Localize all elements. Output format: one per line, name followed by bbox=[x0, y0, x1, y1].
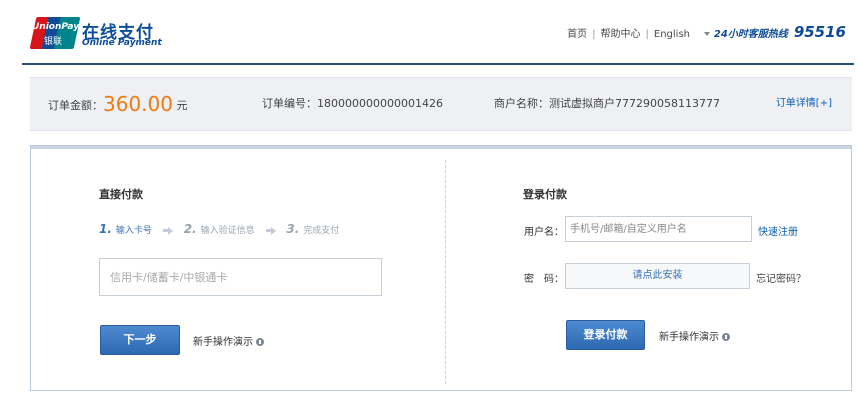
order-amount-unit: 元 bbox=[176, 99, 188, 112]
header-divider bbox=[22, 63, 854, 65]
order-amount-label: 订单金额： bbox=[48, 99, 103, 112]
demo-link-label: 新手操作演示 bbox=[193, 337, 253, 348]
hotline-label: 24小时客服热线 bbox=[713, 29, 788, 40]
arrow-right-icon bbox=[265, 226, 276, 235]
order-summary-bar: 订单金额：360.00 元 订单编号：180000000000001426 商户… bbox=[30, 77, 852, 131]
hotline: 24小时客服热线 95516 bbox=[714, 22, 846, 41]
info-icon bbox=[256, 338, 264, 346]
order-amount: 订单金额：360.00 元 bbox=[48, 78, 187, 130]
order-amount-value: 360.00 bbox=[103, 92, 173, 116]
username-input[interactable] bbox=[565, 216, 752, 242]
direct-pay-title: 直接付款 bbox=[99, 188, 143, 201]
step-3: 3. 完成支付 bbox=[286, 222, 340, 236]
demo-link-label: 新手操作演示 bbox=[659, 332, 719, 343]
payment-panel: 直接付款 1.输入卡号 2.输入验证信息 3.完成支付 下一步 新手操作演示 登… bbox=[30, 145, 852, 391]
top-nav: 首页 | 帮助中心 | English bbox=[567, 25, 710, 40]
login-pay-demo-link[interactable]: 新手操作演示 bbox=[659, 328, 730, 343]
merchant-label: 商户名称： bbox=[494, 97, 549, 110]
arrow-right-icon bbox=[162, 226, 173, 235]
order-id-value: 180000000000001426 bbox=[317, 97, 443, 110]
order-id: 订单编号：180000000000001426 bbox=[262, 78, 443, 130]
hotline-number: 95516 bbox=[793, 23, 846, 41]
unionpay-logo[interactable]: UnionPay 银联 bbox=[29, 17, 81, 49]
header: UnionPay 银联 在线支付 Online Payment 首页 | 帮助中心 |… bbox=[0, 0, 860, 64]
nav-home-link[interactable]: 首页 bbox=[567, 29, 587, 40]
step-1: 1. 输入卡号 bbox=[99, 222, 152, 236]
merchant-value: 测试虚拟商户777290058113777 bbox=[549, 97, 720, 110]
login-pay-button[interactable]: 登录付款 bbox=[566, 320, 645, 350]
next-step-button[interactable]: 下一步 bbox=[100, 325, 180, 355]
forgot-password-link[interactable]: 忘记密码？ bbox=[756, 270, 806, 285]
language-select[interactable]: English bbox=[654, 29, 710, 40]
chevron-down-icon bbox=[704, 32, 710, 36]
login-pay-title: 登录付款 bbox=[523, 188, 567, 201]
password-label: 密 码： bbox=[524, 274, 564, 285]
step-2: 2. 输入验证信息 bbox=[183, 222, 255, 236]
logo-text-en: UnionPay bbox=[32, 22, 80, 32]
pay-steps: 1. 输入卡号 2. 输入验证信息 3. 完成支付 bbox=[99, 222, 339, 236]
password-install-field[interactable]: 请点此安装 bbox=[565, 263, 750, 289]
order-detail-link[interactable]: 订单详情[+] bbox=[776, 78, 832, 130]
card-number-input[interactable] bbox=[99, 258, 382, 296]
nav-help-link[interactable]: 帮助中心 bbox=[601, 29, 641, 40]
language-label: English bbox=[653, 29, 690, 40]
info-icon bbox=[722, 333, 730, 341]
username-label: 用户名： bbox=[524, 227, 564, 238]
panel-divider bbox=[445, 160, 446, 384]
direct-pay-demo-link[interactable]: 新手操作演示 bbox=[193, 333, 264, 348]
logo-text-cn: 银联 bbox=[44, 37, 63, 47]
order-id-label: 订单编号： bbox=[262, 97, 317, 110]
brand-subtitle: Online Payment bbox=[82, 38, 162, 48]
quick-register-link[interactable]: 快速注册 bbox=[758, 223, 798, 238]
merchant-name: 商户名称：测试虚拟商户777290058113777 bbox=[494, 78, 720, 130]
